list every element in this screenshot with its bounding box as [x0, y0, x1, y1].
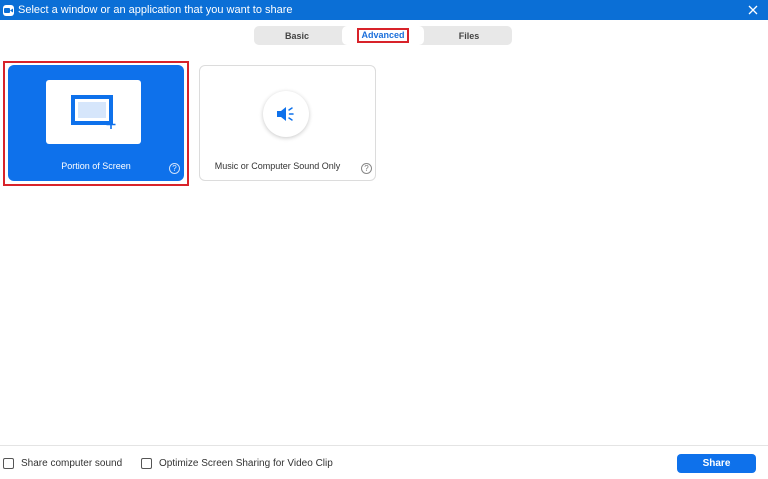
speaker-badge — [263, 91, 309, 137]
music-sound-label: Music or Computer Sound Only — [214, 161, 341, 171]
tab-advanced-label: Advanced — [357, 28, 409, 43]
tab-advanced[interactable]: Advanced — [342, 26, 424, 45]
screen-portion-thumbnail — [46, 80, 141, 144]
share-computer-sound-label: Share computer sound — [21, 458, 123, 469]
tab-basic-label: Basic — [284, 30, 310, 41]
help-icon[interactable]: ? — [169, 163, 180, 174]
optimize-video-checkbox[interactable] — [141, 458, 152, 469]
speaker-icon — [277, 107, 294, 121]
music-sound-card[interactable]: Music or Computer Sound Only ? — [199, 65, 376, 181]
portion-of-screen-card[interactable]: Portion of Screen ? — [8, 65, 184, 181]
close-icon — [748, 5, 758, 15]
share-computer-sound-checkbox[interactable] — [3, 458, 14, 469]
tab-basic[interactable]: Basic — [254, 26, 340, 45]
tab-files[interactable]: Files — [426, 26, 512, 45]
optimize-video-option[interactable]: Optimize Screen Sharing for Video Clip — [141, 458, 333, 469]
footer-divider — [0, 445, 768, 446]
title-bar: Select a window or an application that y… — [0, 0, 768, 20]
screen-portion-icon — [70, 95, 115, 129]
share-button[interactable]: Share — [677, 454, 756, 473]
help-icon[interactable]: ? — [361, 163, 372, 174]
zoom-camera-icon — [3, 4, 14, 16]
share-computer-sound-option[interactable]: Share computer sound — [3, 458, 122, 469]
portion-of-screen-label: Portion of Screen — [61, 161, 131, 171]
window-title: Select a window or an application that y… — [18, 4, 293, 16]
share-tabs: Basic Advanced Files — [254, 26, 512, 45]
tab-files-label: Files — [458, 30, 480, 41]
close-button[interactable] — [746, 3, 760, 17]
optimize-video-label: Optimize Screen Sharing for Video Clip — [159, 458, 333, 469]
